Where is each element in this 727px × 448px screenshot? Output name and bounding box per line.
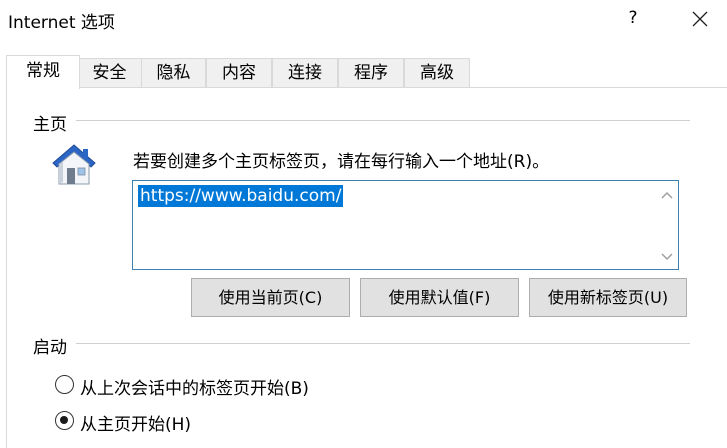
- use-default-button[interactable]: 使用默认值(F): [360, 278, 519, 317]
- tab-content[interactable]: 内容: [206, 58, 272, 88]
- tab-security[interactable]: 安全: [77, 58, 142, 88]
- tab-general[interactable]: 常规: [6, 55, 80, 89]
- home-page-url-input[interactable]: https://www.baidu.com/: [132, 180, 679, 270]
- url-scrollbar[interactable]: [656, 181, 678, 269]
- close-icon: [692, 11, 708, 27]
- help-button[interactable]: ?: [622, 8, 644, 32]
- radio-last-session-label[interactable]: 从上次会话中的标签页开始(B): [80, 374, 309, 399]
- home-group-divider: [76, 120, 690, 121]
- use-new-tab-button[interactable]: 使用新标签页(U): [529, 278, 687, 317]
- scroll-down-icon[interactable]: [660, 249, 674, 263]
- radio-home-page[interactable]: [55, 411, 74, 430]
- home-page-description: 若要创建多个主页标签页，请在每行输入一个地址(R)。: [133, 152, 550, 172]
- tab-strip: 常规 安全 隐私 内容 连接 程序 高级: [6, 55, 727, 89]
- radio-selected-dot: [60, 416, 68, 424]
- startup-group-divider: [76, 343, 690, 344]
- radio-last-session[interactable]: [55, 375, 74, 394]
- home-group-label: 主页: [33, 110, 73, 135]
- window-title: Internet 选项: [8, 13, 115, 33]
- tab-privacy[interactable]: 隐私: [141, 58, 206, 88]
- tab-advanced[interactable]: 高级: [404, 58, 470, 88]
- startup-group-label: 启动: [33, 333, 73, 358]
- radio-home-page-label[interactable]: 从主页开始(H): [80, 410, 191, 435]
- home-page-url-text: https://www.baidu.com/: [138, 185, 344, 207]
- house-icon: [50, 140, 98, 188]
- use-current-button[interactable]: 使用当前页(C): [191, 278, 350, 317]
- tab-connections[interactable]: 连接: [272, 58, 338, 88]
- close-button[interactable]: [688, 7, 712, 31]
- scroll-up-icon[interactable]: [660, 189, 674, 203]
- title-bar: Internet 选项 ?: [0, 0, 727, 40]
- tab-programs[interactable]: 程序: [338, 58, 404, 88]
